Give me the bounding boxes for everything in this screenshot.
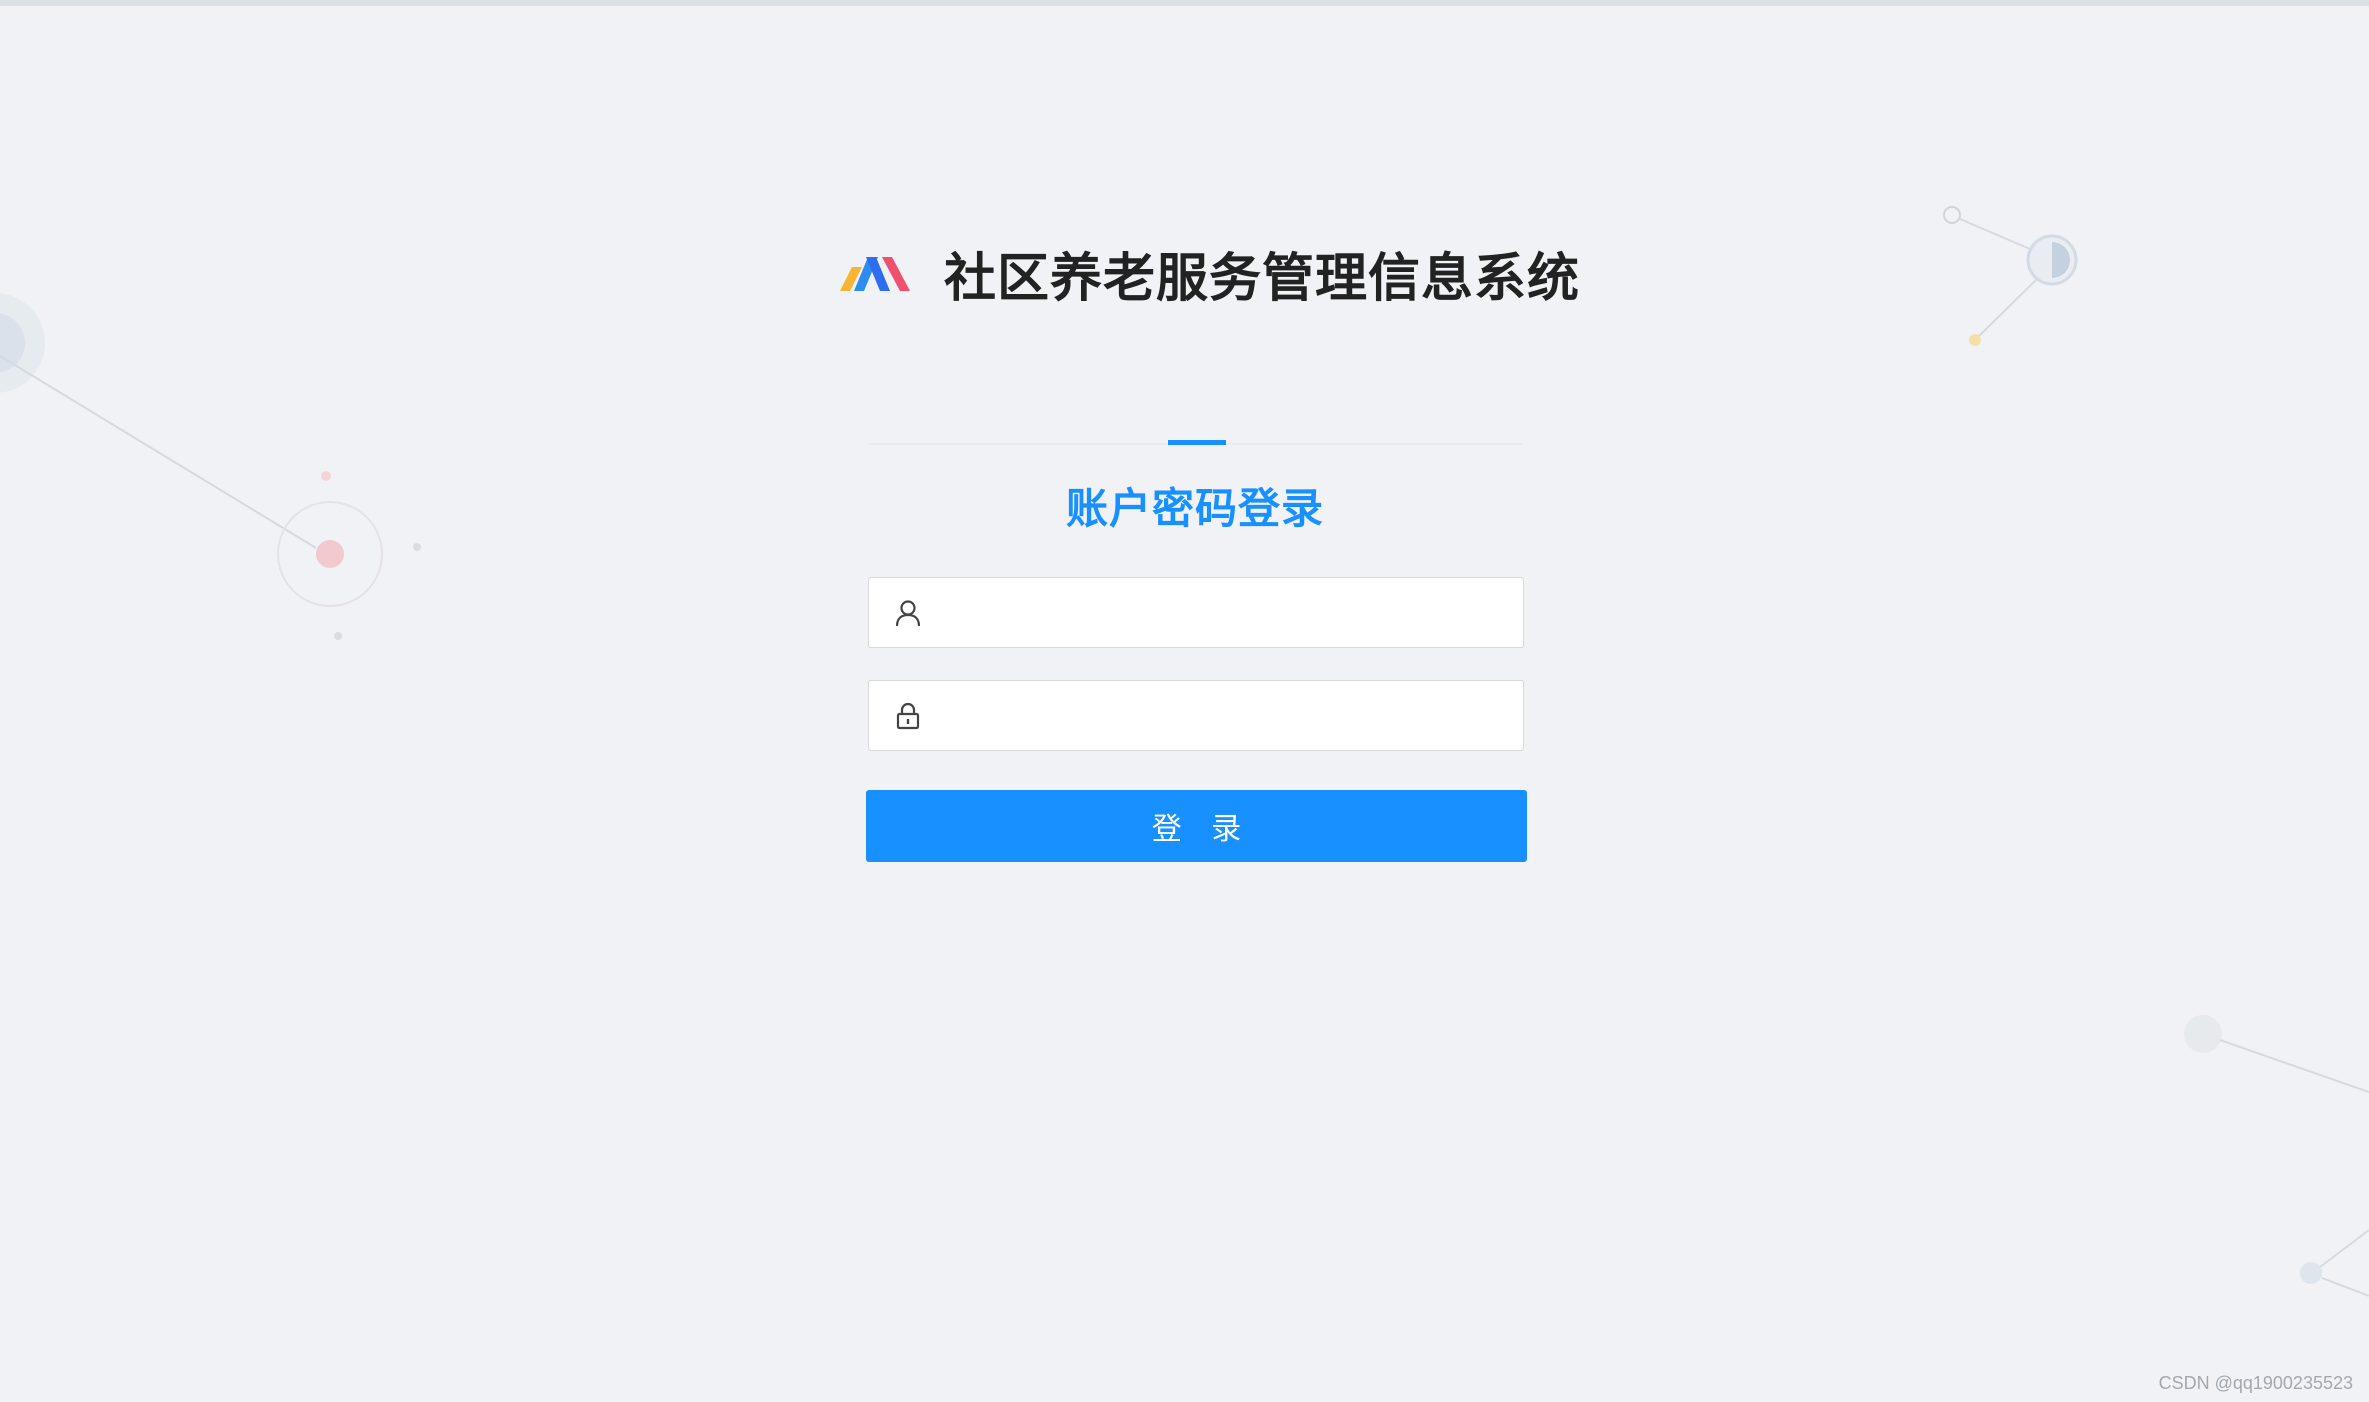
password-input[interactable]	[937, 684, 1523, 747]
login-page: 社区养老服务管理信息系统 账户密码登录 登 录 CSDN @qq19002355…	[0, 0, 2369, 1402]
lock-icon	[893, 701, 923, 731]
app-logo-icon	[840, 257, 910, 291]
username-field[interactable]	[868, 577, 1524, 648]
password-field[interactable]	[868, 680, 1524, 751]
watermark: CSDN @qq1900235523	[2158, 1373, 2353, 1393]
user-icon	[893, 598, 923, 628]
tab-account-password-login[interactable]: 账户密码登录	[868, 475, 1522, 536]
username-input[interactable]	[937, 581, 1523, 644]
app-header: 社区养老服务管理信息系统	[838, 232, 1580, 314]
app-title: 社区养老服务管理信息系统	[944, 248, 1581, 309]
tab-active-indicator	[1168, 440, 1226, 445]
login-button[interactable]: 登 录	[866, 790, 1527, 862]
